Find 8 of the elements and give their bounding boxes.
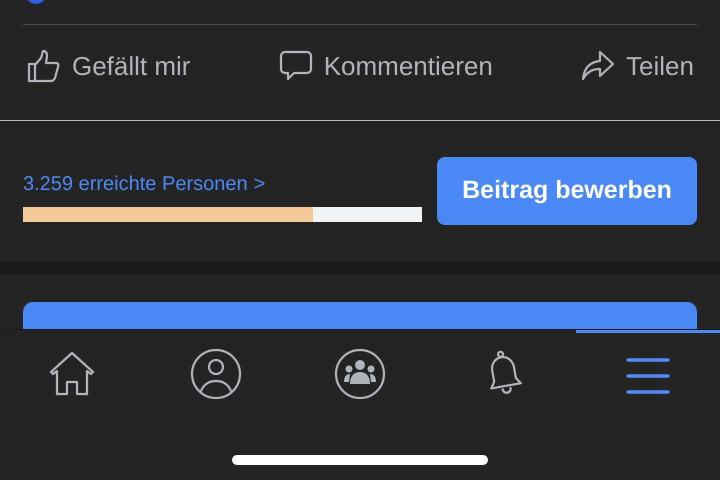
action-button[interactable]: Kommentieren xyxy=(278,46,493,86)
thumbs-up-icon xyxy=(26,48,62,84)
action-button[interactable]: Gefällt mir xyxy=(26,46,190,86)
profile-icon xyxy=(190,348,242,400)
menu-icon xyxy=(626,356,670,396)
action-button[interactable]: Teilen xyxy=(580,46,694,86)
reach-link[interactable]: 3.259 erreichte Personen > xyxy=(23,168,422,198)
group-icon xyxy=(334,348,386,400)
